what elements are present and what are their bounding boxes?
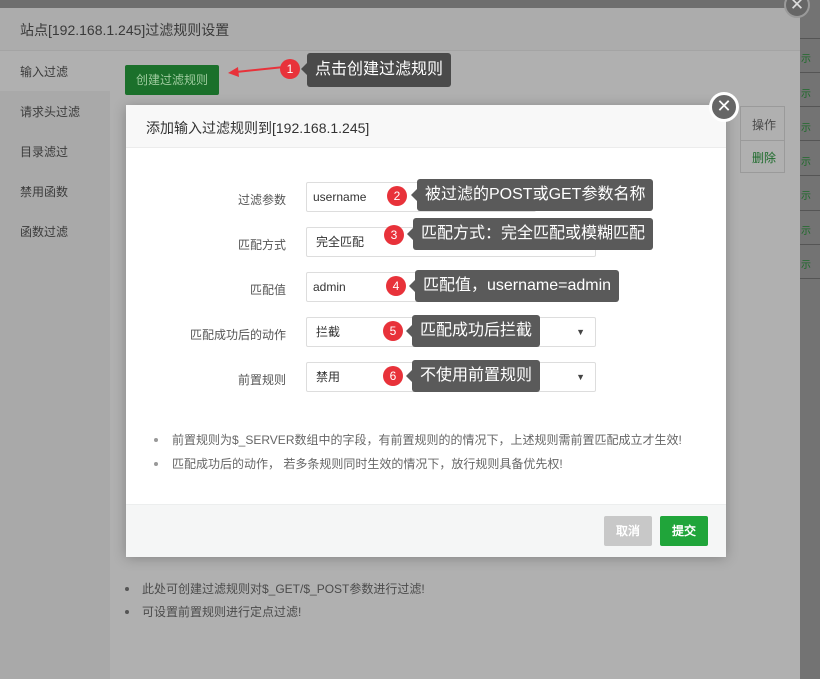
- annotation-tip-5: 匹配成功后拦截: [405, 315, 541, 347]
- chevron-down-icon: ▼: [576, 327, 585, 337]
- background-link: 示: [801, 260, 811, 271]
- sidebar-item-disabled-functions[interactable]: 禁用函数: [0, 171, 110, 211]
- help-note: 此处可创建过滤规则对$_GET/$_POST参数进行过滤!: [125, 580, 425, 603]
- close-icon[interactable]: ✕: [709, 92, 739, 122]
- match-mode-value: 完全匹配: [316, 235, 365, 249]
- annotation-tip-4: 匹配值，username=admin: [408, 270, 620, 302]
- sidebar-item-label: 禁用函数: [20, 185, 69, 199]
- arrow-icon: [228, 66, 285, 77]
- sidebar-item-header-filter[interactable]: 请求头过滤: [0, 91, 110, 131]
- row-divider: [800, 278, 820, 279]
- annotation-badge-1: 1: [280, 59, 300, 79]
- background-app-list: 示 示 示 示 示 示 示: [800, 0, 820, 679]
- match-action-value: 拦截: [316, 325, 341, 339]
- cancel-button[interactable]: 取消: [604, 516, 652, 546]
- background-link: 示: [801, 157, 811, 168]
- create-filter-rule-button[interactable]: 创建过滤规则: [125, 65, 219, 95]
- rules-table: 操作 删除: [740, 106, 785, 173]
- row-divider: [800, 38, 820, 39]
- sidebar: 输入过滤 请求头过滤 目录滤过 禁用函数 函数过滤: [0, 51, 110, 679]
- modal-title: 添加输入过滤规则到[192.168.1.245]: [146, 120, 370, 136]
- modal-notes: 前置规则为$_SERVER数组中的字段，有前置规则的的情况下，上述规则需前置匹配…: [154, 431, 682, 479]
- modal-note: 匹配成功后的动作， 若多条规则同时生效的情况下，放行规则具备优先权!: [154, 455, 682, 479]
- background-link: 示: [801, 226, 811, 237]
- row-divider: [800, 244, 820, 245]
- modal-header: 添加输入过滤规则到[192.168.1.245]: [126, 105, 726, 148]
- row-divider: [800, 210, 820, 211]
- background-link: 示: [801, 191, 811, 202]
- table-header: 操作: [741, 107, 784, 141]
- sidebar-item-label: 目录滤过: [20, 145, 69, 159]
- annotation-badge-6: 6: [383, 366, 403, 386]
- dialog-title: 站点[192.168.1.245]过滤规则设置: [20, 22, 230, 38]
- annotation-tip-2: 被过滤的POST或GET参数名称: [410, 179, 654, 211]
- sidebar-item-function-filter[interactable]: 函数过滤: [0, 211, 110, 251]
- sidebar-item-label: 请求头过滤: [20, 105, 81, 119]
- help-notes: 此处可创建过滤规则对$_GET/$_POST参数进行过滤! 可设置前置规则进行定…: [125, 580, 425, 626]
- pre-rule-value: 禁用: [316, 370, 341, 384]
- background-link: 示: [801, 89, 811, 100]
- submit-button[interactable]: 提交: [660, 516, 708, 546]
- sidebar-item-directory-filter[interactable]: 目录滤过: [0, 131, 110, 171]
- annotation-tip-1: 点击创建过滤规则: [300, 53, 452, 87]
- modal-note: 前置规则为$_SERVER数组中的字段，有前置规则的的情况下，上述规则需前置匹配…: [154, 431, 682, 455]
- field-label-pre-rule: 前置规则: [237, 373, 286, 387]
- field-label-filter-param: 过滤参数: [237, 193, 286, 207]
- background-link: 示: [801, 123, 811, 134]
- annotation-tip-3: 匹配方式：完全匹配或模糊匹配: [406, 218, 654, 250]
- help-note: 可设置前置规则进行定点过滤!: [125, 603, 425, 626]
- background-link: 示: [801, 54, 811, 65]
- row-divider: [800, 140, 820, 141]
- field-label-match-action: 匹配成功后的动作: [189, 328, 286, 342]
- annotation-badge-5: 5: [383, 321, 403, 341]
- sidebar-item-input-filter[interactable]: 输入过滤: [0, 51, 110, 91]
- chevron-down-icon: ▼: [576, 372, 585, 382]
- annotation-tip-6: 不使用前置规则: [405, 360, 541, 392]
- row-divider: [800, 175, 820, 176]
- annotation-badge-2: 2: [387, 186, 407, 206]
- row-divider: [800, 106, 820, 107]
- dialog-header: 站点[192.168.1.245]过滤规则设置: [0, 8, 800, 51]
- field-label-match-value: 匹配值: [249, 283, 286, 297]
- annotation-badge-3: 3: [384, 225, 404, 245]
- delete-link[interactable]: 删除: [752, 149, 776, 166]
- field-label-match-mode: 匹配方式: [237, 238, 286, 252]
- row-divider: [800, 72, 820, 73]
- sidebar-item-label: 函数过滤: [20, 225, 69, 239]
- sidebar-item-label: 输入过滤: [20, 65, 69, 79]
- modal-footer: 取消 提交: [126, 504, 726, 557]
- column-header-action: 操作: [751, 118, 776, 132]
- annotation-badge-4: 4: [386, 276, 406, 296]
